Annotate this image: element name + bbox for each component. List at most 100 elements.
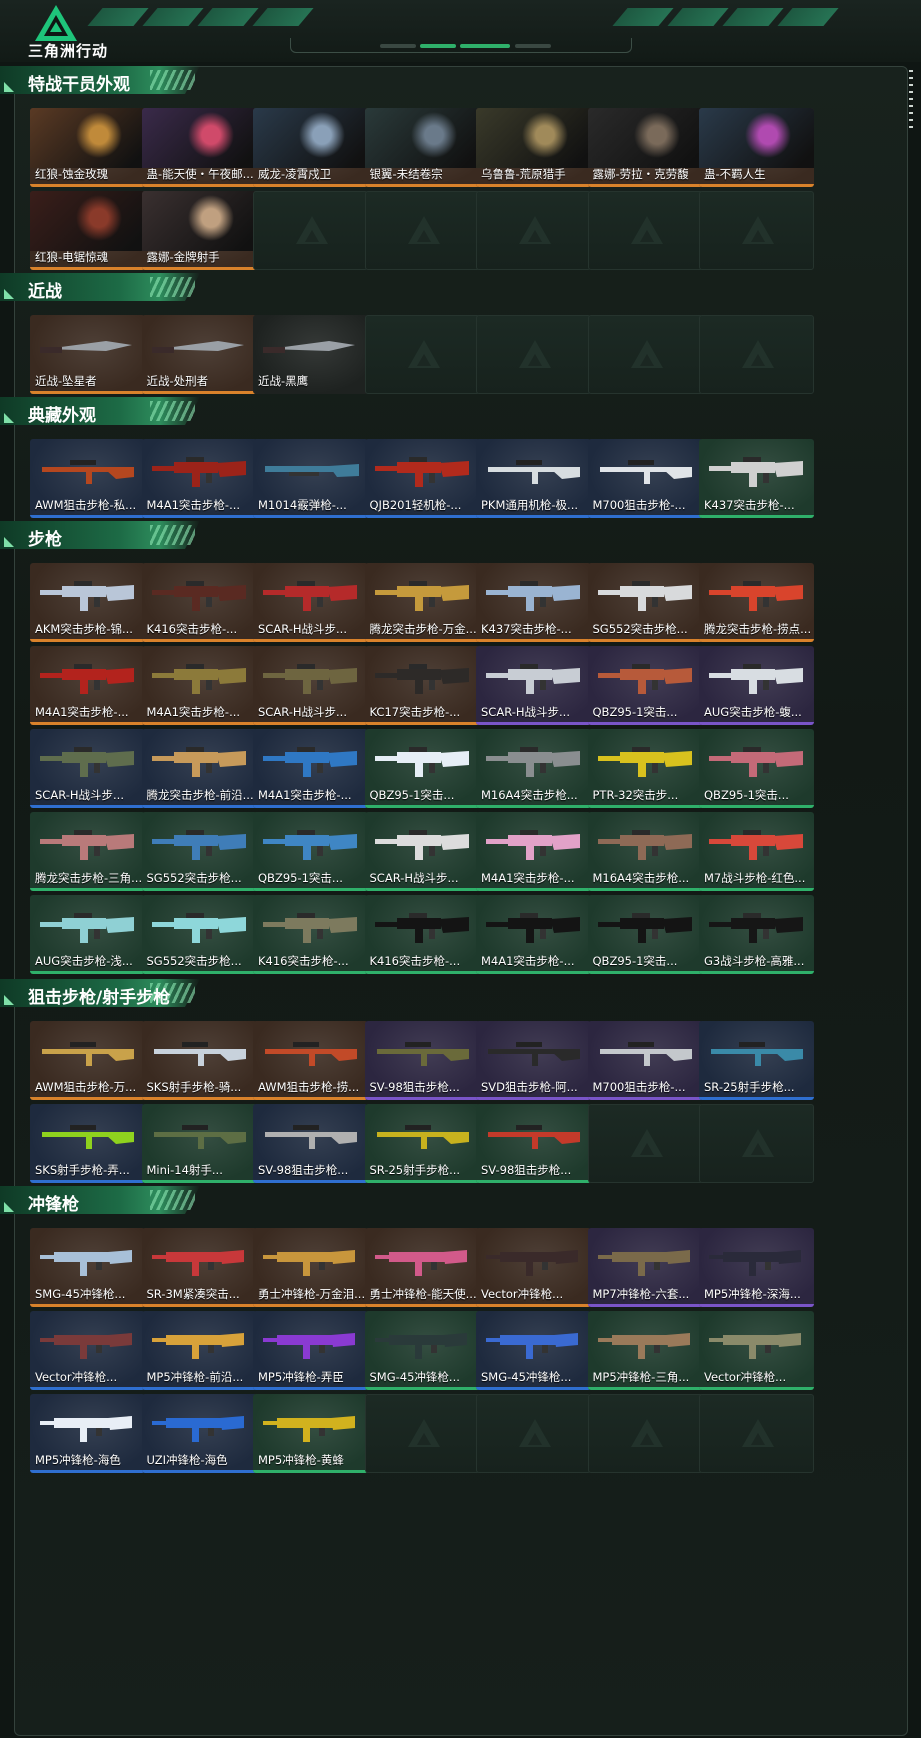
item-card[interactable]: 露娜-劳拉・克劳馥 — [587, 108, 703, 187]
item-card[interactable]: M4A1突击步枪-... — [476, 895, 591, 974]
item-card[interactable]: Vector冲锋枪... — [476, 1228, 591, 1307]
item-card[interactable]: K437突击步枪-... — [476, 563, 591, 642]
item-card[interactable]: 近战-处刑者 — [141, 315, 257, 394]
item-card[interactable]: AWM狙击步枪-万... — [30, 1021, 145, 1100]
item-card[interactable]: MP5冲锋枪-三角... — [587, 1311, 703, 1390]
item-card[interactable]: PKM通用机枪-极... — [476, 439, 591, 518]
item-card[interactable]: G3战斗步枪-高雅... — [699, 895, 814, 974]
item-card[interactable]: M4A1突击步枪-... — [476, 812, 591, 891]
item-card[interactable]: SVD狙击步枪-阿... — [476, 1021, 591, 1100]
item-card[interactable]: 红狼-电锯惊魂 — [30, 191, 145, 270]
item-card[interactable]: MP7冲锋枪-六套... — [587, 1228, 703, 1307]
item-card[interactable]: MP5冲锋枪-海色 — [30, 1394, 145, 1473]
item-card[interactable]: MP5冲锋枪-前沿... — [141, 1311, 257, 1390]
item-card[interactable]: MP5冲锋枪-黄蜂 — [253, 1394, 368, 1473]
item-label: G3战斗步枪-高雅... — [704, 955, 805, 968]
item-card[interactable]: AWM狙击步枪-捞... — [253, 1021, 368, 1100]
item-card[interactable]: 腾龙突击步枪-三角... — [30, 812, 145, 891]
item-card[interactable]: M16A4突击步枪... — [476, 729, 591, 808]
item-card[interactable]: MP5冲锋枪-深海... — [699, 1228, 814, 1307]
item-card[interactable]: SV-98狙击步枪... — [476, 1104, 591, 1183]
item-card[interactable]: M4A1突击步枪-... — [253, 729, 368, 808]
weapon-image — [374, 1333, 467, 1359]
item-card[interactable]: QBZ95-1突击... — [364, 729, 480, 808]
item-card[interactable]: SG552突击步枪... — [141, 895, 257, 974]
delta-emblem-inner — [416, 230, 431, 242]
rarity-bar — [364, 1387, 480, 1390]
item-label: MP7冲锋枪-六套... — [592, 1288, 690, 1301]
item-card[interactable]: SR-3M紧凑突击... — [141, 1228, 257, 1307]
item-card[interactable]: 威龙-凌霄戍卫 — [253, 108, 368, 187]
rarity-bar — [699, 888, 814, 891]
item-card[interactable]: QBZ95-1突击... — [587, 646, 703, 725]
item-card[interactable]: 银翼-未结卷宗 — [364, 108, 480, 187]
item-card[interactable]: 腾龙突击步枪-万金... — [364, 563, 480, 642]
rarity-bar — [141, 805, 257, 808]
item-label: Vector冲锋枪... — [704, 1371, 787, 1384]
weapon-image — [376, 1125, 469, 1149]
item-card[interactable]: 近战-坠星者 — [30, 315, 145, 394]
item-label: KC17突击步枪-... — [369, 706, 461, 719]
item-card[interactable]: AKM突击步枪-锦... — [30, 563, 145, 642]
item-card[interactable]: 腾龙突击步枪-前沿... — [141, 729, 257, 808]
item-card[interactable]: SKS射手步枪-弄... — [30, 1104, 145, 1183]
scrollbar[interactable] — [909, 70, 913, 130]
item-card[interactable]: M4A1突击步枪-... — [30, 646, 145, 725]
item-card[interactable]: 近战-黑鹰 — [253, 315, 368, 394]
item-card[interactable]: K416突击步枪-... — [364, 895, 480, 974]
item-card[interactable]: SG552突击步枪... — [141, 812, 257, 891]
item-card[interactable]: Vector冲锋枪... — [30, 1311, 145, 1390]
item-card[interactable]: PTR-32突击步... — [587, 729, 703, 808]
item-card[interactable]: 勇士冲锋枪-万金泪... — [253, 1228, 368, 1307]
item-card[interactable]: QJB201轻机枪-... — [364, 439, 480, 518]
item-card[interactable]: MP5冲锋枪-弄臣 — [253, 1311, 368, 1390]
weapon-image — [486, 664, 580, 694]
item-card[interactable]: M16A4突击步枪... — [587, 812, 703, 891]
item-card[interactable]: SV-98狙击步枪... — [364, 1021, 480, 1100]
item-card[interactable]: SCAR-H战斗步... — [253, 646, 368, 725]
item-card[interactable]: QBZ95-1突击... — [253, 812, 368, 891]
item-card[interactable]: 乌鲁鲁-荒原猎手 — [476, 108, 591, 187]
item-card[interactable]: K416突击步枪-... — [253, 895, 368, 974]
item-card[interactable]: M7战斗步枪-红色... — [699, 812, 814, 891]
item-card[interactable]: M4A1突击步枪-... — [141, 439, 257, 518]
item-card[interactable]: 露娜-金牌射手 — [141, 191, 257, 270]
item-card[interactable]: SR-25射手步枪... — [699, 1021, 814, 1100]
item-card[interactable]: SV-98狙击步枪... — [253, 1104, 368, 1183]
item-card[interactable]: SMG-45冲锋枪... — [476, 1311, 591, 1390]
weapon-image — [263, 747, 357, 777]
item-card[interactable]: 勇士冲锋枪-能天使... — [364, 1228, 480, 1307]
rarity-bar — [253, 971, 368, 974]
item-card[interactable]: M4A1突击步枪-... — [141, 646, 257, 725]
item-card[interactable]: SCAR-H战斗步... — [253, 563, 368, 642]
item-card[interactable]: 蛊-不羁人生 — [699, 108, 814, 187]
item-card[interactable]: M700狙击步枪-... — [587, 1021, 703, 1100]
item-card[interactable]: SG552突击步枪... — [587, 563, 703, 642]
item-card[interactable]: M1014霰弹枪-... — [253, 439, 368, 518]
item-card[interactable]: QBZ95-1突击... — [699, 729, 814, 808]
item-card[interactable]: SCAR-H战斗步... — [364, 812, 480, 891]
item-card[interactable]: Mini-14射手... — [141, 1104, 257, 1183]
item-card[interactable]: K416突击步枪-... — [141, 563, 257, 642]
item-card[interactable]: K437突击步枪-... — [699, 439, 814, 518]
item-card[interactable]: 腾龙突击步枪-捞点... — [699, 563, 814, 642]
item-card[interactable]: KC17突击步枪-... — [364, 646, 480, 725]
item-label: M4A1突击步枪-... — [146, 499, 241, 512]
item-card[interactable]: SR-25射手步枪... — [364, 1104, 480, 1183]
item-card[interactable]: QBZ95-1突击... — [587, 895, 703, 974]
item-card[interactable]: Vector冲锋枪... — [699, 1311, 814, 1390]
item-card[interactable]: UZI冲锋枪-海色 — [141, 1394, 257, 1473]
item-card[interactable]: 红狼-蚀金玫瑰 — [30, 108, 145, 187]
item-card[interactable]: SCAR-H战斗步... — [476, 646, 591, 725]
item-card[interactable]: M700狙击步枪-... — [587, 439, 703, 518]
item-card[interactable]: AUG突击步枪-浅... — [30, 895, 145, 974]
item-card[interactable]: AWM狙击步枪-私... — [30, 439, 145, 518]
section-title: 冲锋枪 — [28, 1195, 79, 1215]
item-card[interactable]: SMG-45冲锋枪... — [30, 1228, 145, 1307]
item-card[interactable]: 蛊-能天使・午夜邮... — [141, 108, 257, 187]
item-card[interactable]: SKS射手步枪-骑... — [141, 1021, 257, 1100]
operator-portrait — [141, 191, 257, 251]
item-card[interactable]: SMG-45冲锋枪... — [364, 1311, 480, 1390]
item-card[interactable]: SCAR-H战斗步... — [30, 729, 145, 808]
item-card[interactable]: AUG突击步枪-蝮... — [699, 646, 814, 725]
